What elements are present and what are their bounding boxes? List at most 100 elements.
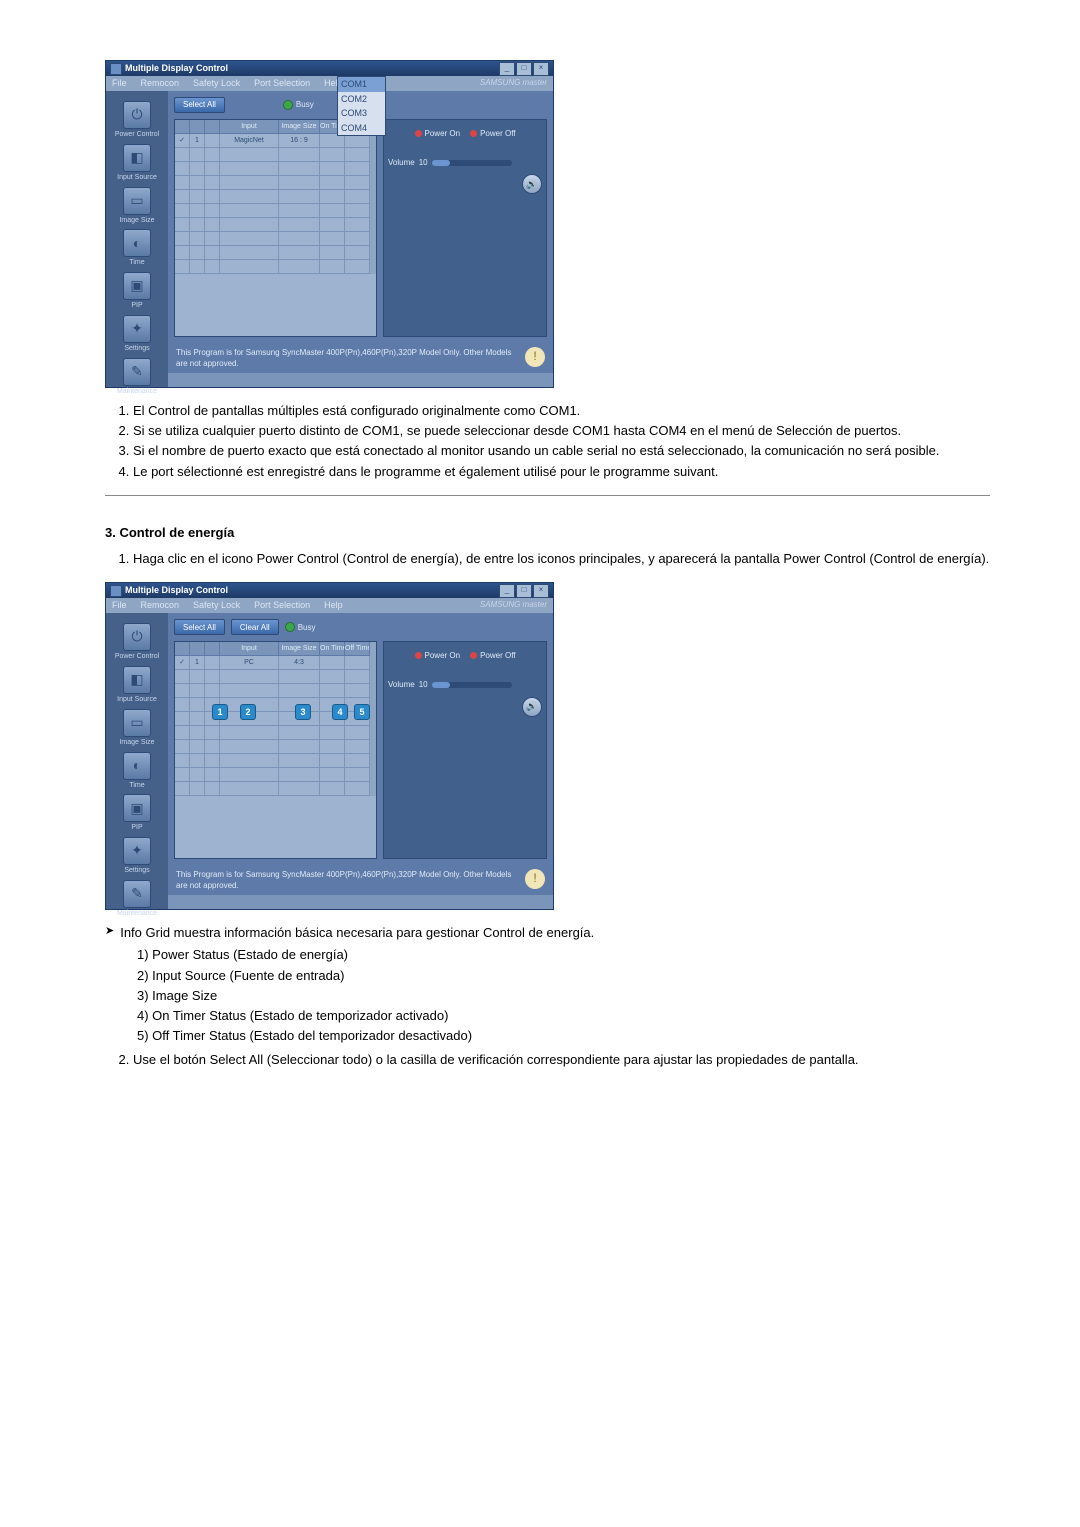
minimize-button[interactable]: _ [499, 62, 515, 76]
menu-remocon[interactable]: Remocon [141, 77, 180, 90]
menubar: File Remocon Safety Lock Port Selection … [106, 76, 553, 91]
menu-port-selection[interactable]: Port Selection [254, 599, 310, 612]
list-item: Use el botón Select All (Seleccionar tod… [133, 1051, 990, 1069]
col-input: Input [220, 120, 279, 134]
titlebar: Multiple Display Control _ □ × [106, 61, 553, 76]
menu-port-selection[interactable]: Port Selection [254, 77, 310, 90]
titlebar: Multiple Display Control _ □ × [106, 583, 553, 598]
callout-4: 4 [332, 704, 348, 720]
table-row [175, 176, 376, 190]
status-bar [168, 895, 553, 909]
col-imagesize: Image Size [279, 120, 320, 134]
imagesize-icon: ▭ [130, 191, 143, 211]
port-option-com3[interactable]: COM3 [338, 106, 385, 121]
select-all-button[interactable]: Select All [174, 619, 225, 635]
input-icon: ◧ [130, 670, 143, 690]
sidebar-item-image-size[interactable]: ▭Image Size [107, 187, 167, 226]
sidebar-item-maintenance[interactable]: ✎Maintenance [107, 880, 167, 919]
port-option-com4[interactable]: COM4 [338, 121, 385, 136]
power-off-button[interactable]: Power Off [470, 128, 515, 139]
col-id [190, 120, 205, 134]
col-pwr [205, 642, 220, 656]
table-row[interactable]: ✓ 1 PC 4:3 [175, 656, 376, 670]
imagesize-icon: ▭ [130, 713, 143, 733]
maximize-button[interactable]: □ [516, 62, 532, 76]
callout-1: 1 [212, 704, 228, 720]
port-option-com2[interactable]: COM2 [338, 92, 385, 107]
document-page: Multiple Display Control _ □ × File Remo… [0, 0, 1080, 1527]
list-item: Si el nombre de puerto exacto que está c… [133, 442, 990, 460]
close-button[interactable]: × [533, 584, 549, 598]
sidebar-item-settings[interactable]: ✦Settings [107, 315, 167, 354]
speaker-icon[interactable]: 🔊 [522, 174, 542, 194]
table-row [175, 190, 376, 204]
list-item: 4) On Timer Status (Estado de temporizad… [137, 1007, 990, 1025]
pip-icon: ▣ [130, 276, 143, 296]
arrow-icon: ➤ [105, 924, 114, 942]
app-window: Multiple Display Control _ □ × File Remo… [105, 60, 554, 388]
sidebar-item-pip[interactable]: ▣PIP [107, 272, 167, 311]
power-icon: ⏻ [131, 627, 142, 647]
port-option-com1[interactable]: COM1 [338, 77, 385, 92]
callout-2: 2 [240, 704, 256, 720]
busy-indicator: Busy [285, 622, 316, 633]
instruction-list-3: Use el botón Select All (Seleccionar tod… [105, 1051, 990, 1069]
table-row [175, 670, 376, 684]
menu-safety-lock[interactable]: Safety Lock [193, 77, 240, 90]
sidebar-item-input-source[interactable]: ◧Input Source [107, 666, 167, 705]
table-row [175, 754, 376, 768]
brand-label: SAMSUNG master [480, 599, 547, 610]
sidebar-item-pip[interactable]: ▣PIP [107, 794, 167, 833]
table-row [175, 148, 376, 162]
power-dot-icon [415, 130, 422, 137]
app-icon [110, 63, 122, 75]
sidebar: ⏻Power Control ◧Input Source ▭Image Size… [106, 613, 168, 909]
sidebar-item-power-control[interactable]: ⏻Power Control [107, 101, 167, 140]
volume-slider[interactable] [432, 160, 512, 166]
power-off-button[interactable]: Power Off [470, 650, 515, 661]
volume-value: 10 [419, 157, 428, 168]
col-input: Input [220, 642, 279, 656]
sidebar-item-image-size[interactable]: ▭Image Size [107, 709, 167, 748]
settings-icon: ✦ [131, 841, 143, 861]
power-on-button[interactable]: Power On [415, 128, 461, 139]
app-icon [110, 585, 122, 597]
callout-3: 3 [295, 704, 311, 720]
sidebar-item-input-source[interactable]: ◧Input Source [107, 144, 167, 183]
close-button[interactable]: × [533, 62, 549, 76]
volume-slider[interactable] [432, 682, 512, 688]
window-buttons: _ □ × [499, 62, 549, 76]
speaker-icon[interactable]: 🔊 [522, 697, 542, 717]
clear-all-button[interactable]: Clear All [231, 619, 279, 635]
col-ontimer: On Timer [320, 642, 345, 656]
menu-help[interactable]: Help [324, 599, 343, 612]
power-panel: Power On Power Off Volume 10 🔊 [383, 641, 547, 859]
power-on-button[interactable]: Power On [415, 650, 461, 661]
volume-value: 10 [419, 679, 428, 690]
sidebar-item-time[interactable]: ◐Time [107, 229, 167, 268]
table-row [175, 726, 376, 740]
col-offtimer: Off Timer [345, 642, 370, 656]
maximize-button[interactable]: □ [516, 584, 532, 598]
sidebar-item-time[interactable]: ◐Time [107, 752, 167, 791]
list-item: 2) Input Source (Fuente de entrada) [137, 967, 990, 985]
sidebar-item-maintenance[interactable]: ✎Maintenance [107, 358, 167, 397]
callout-5: 5 [354, 704, 370, 720]
table-row [175, 740, 376, 754]
sidebar-item-settings[interactable]: ✦Settings [107, 837, 167, 876]
list-item: 5) Off Timer Status (Estado del temporiz… [137, 1027, 990, 1045]
select-all-button[interactable]: Select All [174, 97, 225, 113]
window-title: Multiple Display Control [125, 584, 499, 597]
menu-safety-lock[interactable]: Safety Lock [193, 599, 240, 612]
sidebar-item-power-control[interactable]: ⏻Power Control [107, 623, 167, 662]
col-pwr [205, 120, 220, 134]
divider [105, 495, 990, 496]
menu-file[interactable]: File [112, 77, 127, 90]
menu-file[interactable]: File [112, 599, 127, 612]
menu-remocon[interactable]: Remocon [141, 599, 180, 612]
sidebar: ⏻Power Control ◧Input Source ▭Image Size… [106, 91, 168, 387]
time-icon: ◐ [133, 756, 141, 776]
minimize-button[interactable]: _ [499, 584, 515, 598]
busy-indicator: Busy [283, 99, 314, 110]
port-dropdown[interactable]: COM1 COM2 COM3 COM4 [337, 76, 386, 136]
